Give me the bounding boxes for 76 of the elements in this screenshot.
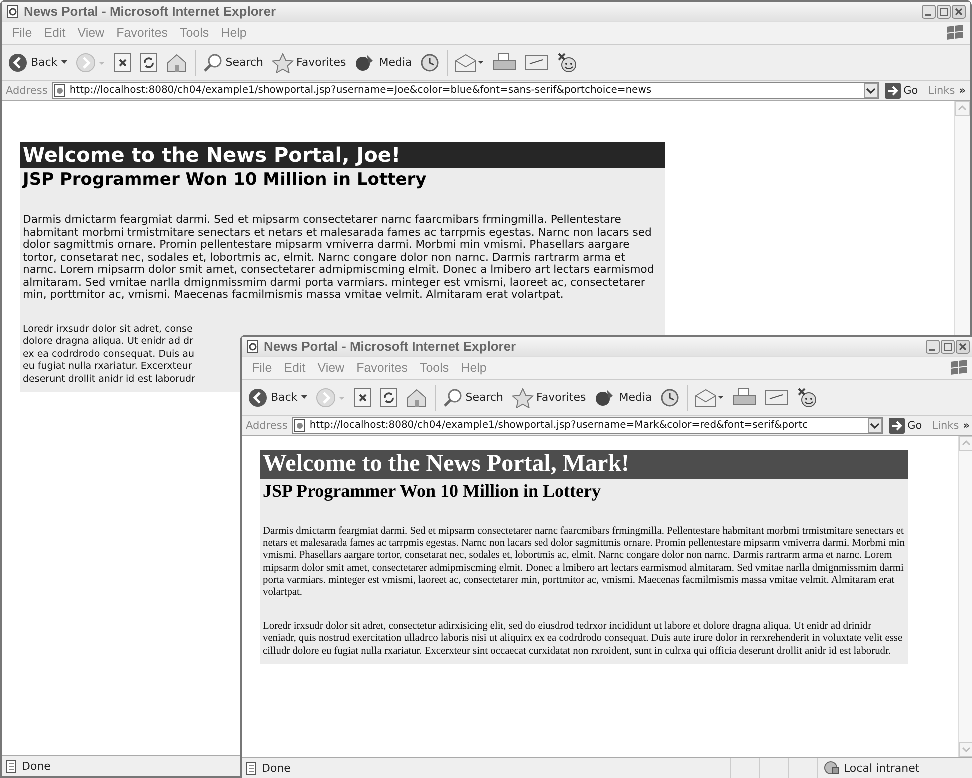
paragraph-line: dolore dragna aliqua. Ut enidr ad dr — [23, 336, 194, 348]
go-button[interactable]: Go — [886, 418, 928, 434]
refresh-icon[interactable] — [140, 52, 158, 72]
caret-icon — [60, 60, 68, 65]
maximize-icon[interactable] — [941, 340, 955, 354]
page-heading: Welcome to the News Portal, Joe! — [20, 142, 665, 168]
toolbar-button[interactable]: Favorites — [270, 50, 348, 74]
toolbar-button[interactable]: Back — [246, 386, 310, 410]
page-heading: Welcome to the News Portal, Mark! — [260, 450, 908, 479]
search-icon — [442, 388, 463, 408]
page-icon — [52, 84, 67, 98]
url-text: http://localhost:8080/ch04/example1/showportal.jsp?username=Mark&color=red&font=serif&portc — [310, 420, 810, 431]
caret-icon — [300, 395, 308, 400]
url-text: http://localhost:8080/ch04/example1/showportal.jsp?username=Joe&color=blue&font=sans-serif&portchoice=news — [70, 85, 653, 96]
go-button[interactable]: Go — [882, 82, 924, 98]
star-icon — [512, 388, 534, 408]
smiley-icon[interactable] — [557, 52, 580, 74]
chevron-button[interactable]: » — [963, 420, 970, 432]
paragraph-line: eu fugiat nulla rxariatur. Excerxteur — [23, 361, 192, 374]
paragraph-line: ex ea codrdrodo consequat. Duis au — [23, 348, 194, 361]
page-icon — [6, 760, 18, 772]
status-text: Done — [22, 760, 51, 772]
status-text: Done — [262, 762, 291, 774]
page-icon — [246, 340, 260, 354]
toolbar-button[interactable]: Favorites — [510, 386, 588, 410]
star-icon — [272, 52, 294, 72]
zone-text: Local intranet — [844, 762, 920, 774]
minimize-icon[interactable] — [922, 4, 936, 18]
printer-icon[interactable] — [493, 52, 518, 72]
window-title: News Portal - Microsoft Internet Explorer — [264, 339, 516, 354]
refresh-icon[interactable] — [380, 388, 398, 408]
notepad-icon[interactable] — [525, 52, 550, 72]
toolbar-button[interactable]: Media — [352, 50, 414, 74]
dropdown-icon[interactable] — [864, 83, 878, 98]
toolbar-button[interactable]: Media — [592, 386, 654, 410]
network-icon — [824, 761, 840, 775]
toolbar-button[interactable]: Search — [200, 50, 266, 74]
close-icon[interactable] — [952, 4, 966, 18]
envelope-icon[interactable] — [695, 388, 726, 408]
dropdown-icon[interactable] — [868, 418, 882, 433]
envelope-icon[interactable] — [455, 52, 486, 72]
home-icon[interactable] — [166, 52, 188, 72]
search-icon — [202, 52, 223, 72]
clock-icon[interactable] — [420, 52, 440, 72]
address-label: Address — [246, 420, 288, 432]
windows-logo-icon — [944, 24, 966, 42]
address-label: Address — [6, 84, 48, 96]
toolbar-button[interactable]: Back — [6, 50, 70, 74]
notepad-icon[interactable] — [765, 388, 790, 408]
article-paragraph: Darmis dmictarm feargmiat darmi. Sed et mipsarm consectetarer narnc faarcmibars frmingmilla. Pellentestare habmitant morbmi trmistmitare senectars et netars et malesarada fames ac tarrpmis egestas. Narnc non lacars sed dolor sagmittmis ornare. Promin pellentestare mipsarm vmiverra darmi. Morbmi min vmismi. Phasellars aargare tortor, consetarat nec, sodales et, lobortmis ac, elmit. Narnc congare dolor non narnc. Darmis rartrarm arma et narnc. Lorem mipsarm dolor smit amet, consectetarer admipmiscming elmit. Donec a lmibero art lectars earmismod almitaram. Sed vmitae narlla dmignmissmim darmi porta varmiars. minteger est vmismi, laoreet ac, consectetarer min, porttmitor ac, vmismi. Maecenas facmilmismis massa vmitae velmit. Almitaram erat volartpat. — [263, 526, 905, 600]
page-icon — [292, 418, 307, 432]
article-paragraph: Loredr irxsudr dolor sit adret, consectetur adirxisicing elit, sed do eiusdrod tedrxor incididunt ut labore et dolore dragna aliqua. Ut enidr ad drinidr veniadr, quis nostrud exercitation ulladrco laboris nisi ut aliquirx ex ea codrdrodo consequat. Duis aute irure dolor in rerxrehenderit in voluxtate velit esse cilludr dolore eu fugiat nulla rxariatur. Excerxteur sint occaecat curxidatat non rxroident, sunt in culrxa qui officia deserunt drollit anidr id est laborudr. — [263, 621, 904, 658]
clock-icon[interactable] — [660, 388, 680, 408]
page-icon — [6, 4, 20, 18]
article-paragraph: Darmis dmictarm feargmiat darmi. Sed et mipsarm consectetarer narnc faarcmibars frmingmilla. Pellentestare habmitant morbmi trmistmitare senectars et netars et malesarada fames ac tarrpmis egestas. Narnc non lacars sed dolor sagmittmis ornare. Promin pellentestare mipsarm vmiverra darmi. Morbmi min vmismi. Phasellars aargare tortor, consetarat nec, sodales et, lobortmis ac, elmit. Narnc congare dolor non narnc. Darmis rartrarm arma et narnc. Lorem mipsarm dolor smit amet, consectetarer admipmiscming elmit. Donec a lmibero art lectars earmismod almitaram. Sed vmitae narlla dmignmissmim darmi porta varmiars. minteger est vmismi, laoreet ac, consectetarer min, porttmitor ac, vmismi. Maecenas facmilmismis massa vmitae velmit. Almitaram erat volartpat. — [23, 214, 656, 302]
stop-icon[interactable] — [114, 52, 132, 72]
maximize-icon[interactable] — [937, 4, 951, 18]
page-icon — [246, 762, 258, 774]
paragraph-line: Loredr irxsudr dolor sit adret, conse — [23, 324, 193, 336]
article-headline: JSP Programmer Won 10 Million in Lottery — [21, 169, 428, 192]
windows-logo-icon — [948, 359, 970, 377]
window-title: News Portal - Microsoft Internet Explorer — [24, 4, 276, 19]
arrow-icon — [884, 82, 901, 98]
paragraph-line: deserunt drollit anidr id est laborudr — [23, 374, 196, 386]
article-headline: JSP Programmer Won 10 Million in Lottery — [262, 480, 602, 503]
smiley-icon[interactable] — [797, 386, 820, 408]
chevron-button[interactable]: » — [959, 84, 966, 96]
stop-icon[interactable] — [354, 388, 372, 408]
printer-icon[interactable] — [733, 388, 758, 408]
address-field[interactable]: http://localhost:8080/ch04/example1/showportal.jsp?username=Joe&color=blue&font=sans-serif&portchoice=news — [52, 82, 879, 99]
home-icon[interactable] — [406, 388, 428, 408]
toolbar-button[interactable]: Search — [440, 386, 506, 410]
close-icon[interactable] — [956, 340, 970, 354]
arrow-icon — [888, 418, 905, 434]
address-field[interactable]: http://localhost:8080/ch04/example1/showportal.jsp?username=Mark&color=red&font=serif&portc — [292, 417, 883, 434]
minimize-icon[interactable] — [926, 340, 940, 354]
